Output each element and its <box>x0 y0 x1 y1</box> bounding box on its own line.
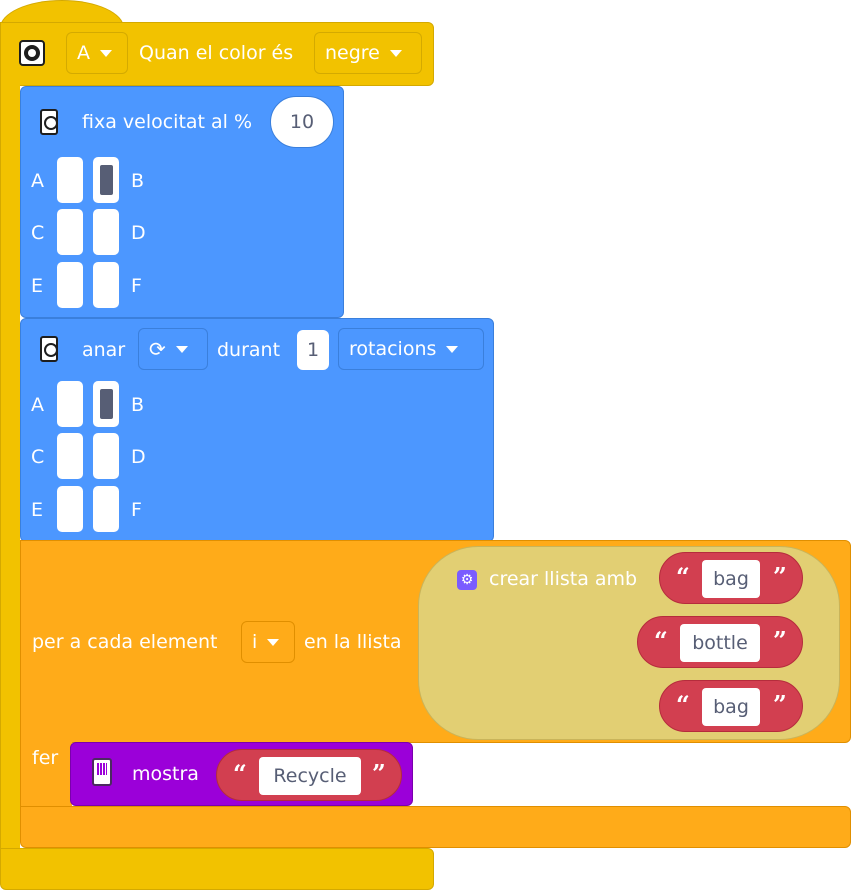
chevron-down-icon <box>175 345 188 353</box>
port-label-d: D <box>131 446 146 468</box>
close-quote-icon: ” <box>773 690 787 719</box>
port-selected-indicator <box>100 389 113 419</box>
port-f-toggle[interactable] <box>93 262 119 308</box>
text-literal-block[interactable]: “ bag ” <box>659 552 803 604</box>
event-label: Quan el color és <box>139 42 294 64</box>
port-label-f: F <box>131 499 142 521</box>
port-label-c: C <box>31 222 45 244</box>
close-quote-icon: ” <box>372 759 386 788</box>
light-matrix-icon <box>92 758 112 786</box>
do-label: fer <box>32 747 59 769</box>
port-label-a: A <box>31 170 44 192</box>
unit-dropdown[interactable]: rotacions <box>338 328 484 370</box>
text-value: bottle <box>692 632 748 654</box>
port-e-toggle[interactable] <box>57 262 83 308</box>
motor-icon <box>40 109 58 135</box>
open-quote-icon: “ <box>233 759 247 788</box>
run-label: anar <box>82 339 126 361</box>
event-color-dropdown[interactable]: negre <box>314 32 422 74</box>
port-b-toggle[interactable] <box>93 381 119 427</box>
loop-variable-value: i <box>252 631 258 653</box>
open-quote-icon: “ <box>676 690 690 719</box>
port-label-b: B <box>131 170 145 192</box>
port-label-b: B <box>131 394 145 416</box>
port-c-toggle[interactable] <box>57 209 83 255</box>
create-list-label: crear llista amb <box>489 568 638 590</box>
open-quote-icon: “ <box>676 562 690 591</box>
unit-value: rotacions <box>349 338 437 360</box>
speed-value: 10 <box>289 111 315 133</box>
event-port-dropdown[interactable]: A <box>66 32 128 74</box>
port-a-toggle[interactable] <box>57 157 83 203</box>
port-d-toggle[interactable] <box>93 209 119 255</box>
open-quote-icon: “ <box>654 626 668 655</box>
event-block-foot <box>0 848 434 890</box>
speed-input[interactable]: 10 <box>270 96 334 148</box>
in-list-label: en la llista <box>304 631 402 653</box>
port-label-e: E <box>31 275 44 297</box>
text-literal-block[interactable]: “ bag ” <box>659 680 803 732</box>
text-input[interactable]: bottle <box>680 624 760 662</box>
loop-variable-dropdown[interactable]: i <box>241 621 295 663</box>
port-selected-indicator <box>100 165 113 195</box>
port-f-toggle[interactable] <box>93 486 119 532</box>
port-label-e: E <box>31 499 44 521</box>
during-label: durant <box>217 339 281 361</box>
port-label-a: A <box>31 394 44 416</box>
port-label-d: D <box>131 222 146 244</box>
port-label-c: C <box>31 446 45 468</box>
chevron-down-icon <box>100 49 112 57</box>
text-input[interactable]: Recycle <box>259 757 361 795</box>
amount-input[interactable]: 1 <box>297 330 329 370</box>
close-quote-icon: ” <box>773 626 787 655</box>
text-value: bag <box>713 568 749 590</box>
loop-block-foot <box>20 806 851 848</box>
chevron-down-icon <box>389 49 402 57</box>
for-each-label: per a cada element <box>32 631 218 653</box>
event-block-arm <box>0 80 20 870</box>
port-d-toggle[interactable] <box>93 433 119 479</box>
port-e-toggle[interactable] <box>57 486 83 532</box>
port-b-toggle[interactable] <box>93 157 119 203</box>
motor-icon <box>40 336 58 362</box>
text-value: Recycle <box>273 765 347 787</box>
event-port-value: A <box>77 42 90 64</box>
display-label: mostra <box>132 763 199 785</box>
close-quote-icon: ” <box>773 562 787 591</box>
color-sensor-icon <box>19 40 45 66</box>
chevron-down-icon <box>446 345 459 353</box>
text-value: bag <box>713 696 749 718</box>
amount-value: 1 <box>306 339 320 361</box>
event-color-value: negre <box>325 42 380 64</box>
chevron-down-icon <box>267 638 280 646</box>
text-literal-block[interactable]: “ bottle ” <box>637 616 803 668</box>
set-speed-label: fixa velocitat al % <box>82 111 253 133</box>
text-literal-block[interactable]: “ Recycle ” <box>216 749 402 801</box>
text-input[interactable]: bag <box>702 688 760 726</box>
port-c-toggle[interactable] <box>57 433 83 479</box>
port-label-f: F <box>131 275 142 297</box>
port-a-toggle[interactable] <box>57 381 83 427</box>
clockwise-icon: ⟳ <box>149 337 166 361</box>
direction-dropdown[interactable]: ⟳ <box>138 328 208 370</box>
gear-icon[interactable]: ⚙ <box>457 570 477 590</box>
text-input[interactable]: bag <box>702 560 760 598</box>
